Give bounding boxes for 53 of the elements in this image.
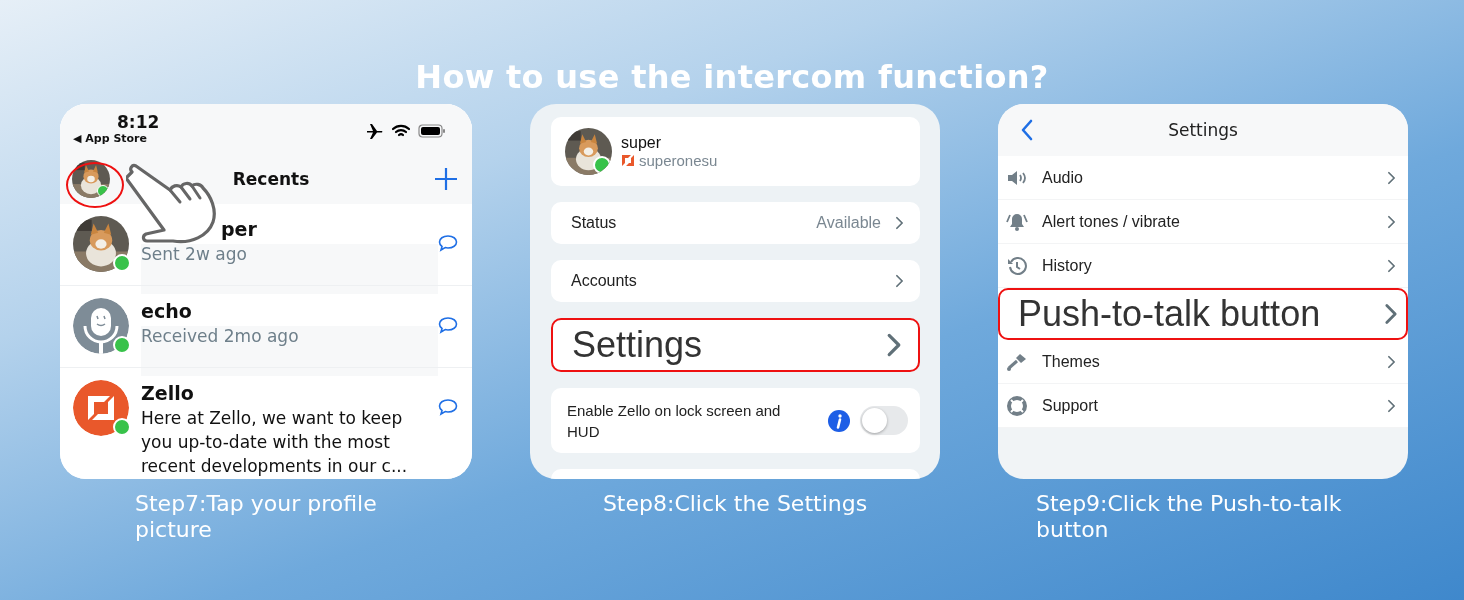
toggle-switch[interactable] [860,406,908,435]
settings-row[interactable]: Push-to-talk button [998,288,1408,340]
contact-name: echo [141,300,193,322]
plus-icon[interactable] [434,167,458,191]
logo-icon [621,154,635,167]
airplane-icon [366,123,384,139]
settings-row[interactable]: Themes [998,340,1408,384]
settings-row[interactable]: Support [998,384,1408,428]
brush-icon [1006,351,1028,372]
info-icon[interactable] [828,409,850,432]
last-activity: Received 2mo ago [141,326,438,376]
chat-bubble-icon[interactable] [438,398,458,416]
profile-card[interactable]: super superonesu [551,117,920,186]
wifi-icon [392,124,410,138]
contact-name: per [221,218,258,240]
contact-name: Zello [141,382,195,404]
user-name: super [621,134,663,152]
logo-avatar-icon [73,380,129,436]
settings-row[interactable]: Settings [551,318,920,372]
profile-avatar[interactable] [72,160,110,198]
chevron-icon [895,274,904,288]
chevron-icon [1387,170,1396,185]
history-icon [1006,255,1028,276]
page-title: How to use the intercom function? [414,57,1050,98]
settings-row[interactable]: History [998,244,1408,288]
chevron-icon [886,331,902,359]
settings-row[interactable]: Alert tones / vibrate [998,200,1408,244]
lifebuoy-icon [1006,395,1028,416]
message-preview: Here at Zello, we want to keep you up-to-date with the most recent developments in our c... [141,407,409,478]
step-caption: Step8:Click the Settings [601,491,869,517]
chevron-icon [1387,354,1396,369]
microphone-avatar-icon [73,298,129,354]
chat-bubble-icon[interactable] [438,316,458,334]
settings-row[interactable]: Audio [998,156,1408,200]
step-caption: Step9:Click the Push-to-talk button [1035,491,1343,543]
settings-row[interactable]: Status Available [551,202,920,244]
toggle-label: Enable Zello on lock screen and HUD [567,400,782,442]
chevron-icon [1387,214,1396,229]
back-icon[interactable] [1020,118,1034,142]
settings-row[interactable]: Accounts [551,260,920,302]
battery-icon [418,124,446,138]
bell-icon [1006,211,1028,232]
chevron-icon [1387,398,1396,413]
screen-title: Settings [1168,120,1238,140]
chevron-icon [1387,258,1396,273]
screen-title: Recents [232,169,310,189]
last-activity: Sent 2w ago [141,244,438,294]
back-to-app-link[interactable]: ◀ App Store [73,132,147,145]
user-handle: superonesu [639,152,718,169]
clock-time: 8:12 [117,112,160,132]
step-caption: Step7:Tap your profile picture [134,491,378,543]
chevron-icon [895,216,904,230]
chat-bubble-icon[interactable] [438,234,458,252]
